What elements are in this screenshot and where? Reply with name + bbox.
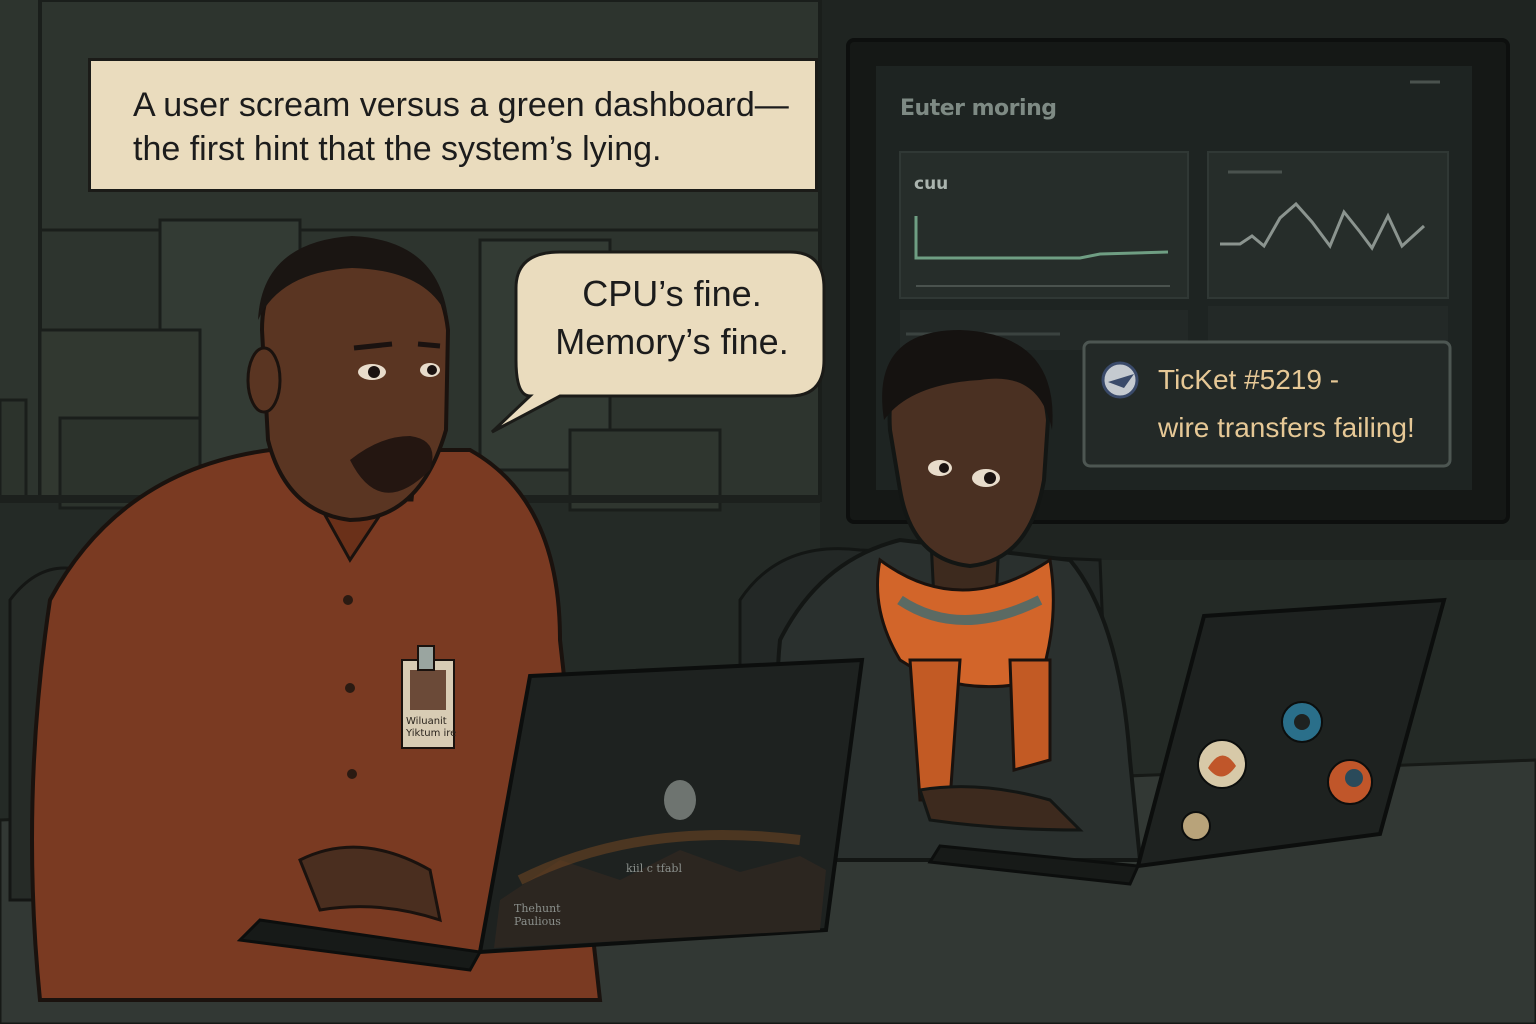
speech-line-1: CPU’s fine. bbox=[582, 273, 762, 314]
graph-panel bbox=[1207, 151, 1449, 299]
apple-logo-icon bbox=[664, 780, 696, 820]
ticket-notification bbox=[1082, 340, 1452, 468]
caption-line-2: the first hint that the system’s lying. bbox=[133, 130, 662, 168]
dashboard-title: Euter moring bbox=[900, 96, 1057, 121]
caption-line-1: A user scream versus a green dashboard— bbox=[133, 86, 789, 124]
laptop-sticker-text: Thehunt Paulious bbox=[514, 902, 561, 928]
laptop-center-text: kiil c tfabl bbox=[626, 862, 682, 875]
badge-title: Yiktum ire bbox=[406, 728, 457, 739]
ticket-message: wire transfers failing! bbox=[1158, 412, 1415, 443]
cpu-panel-label: cuu bbox=[914, 174, 949, 194]
speech-line-2: Memory’s fine. bbox=[555, 321, 789, 362]
ticket-title: TicKet #5219 - bbox=[1158, 364, 1340, 395]
speech-bubble-text: CPU’s fine. Memory’s fine. bbox=[520, 270, 824, 366]
sticker-icon bbox=[1181, 811, 1211, 841]
narration-caption: A user scream versus a green dashboard— … bbox=[88, 58, 818, 192]
badge-name: Wiluanit bbox=[406, 716, 447, 727]
